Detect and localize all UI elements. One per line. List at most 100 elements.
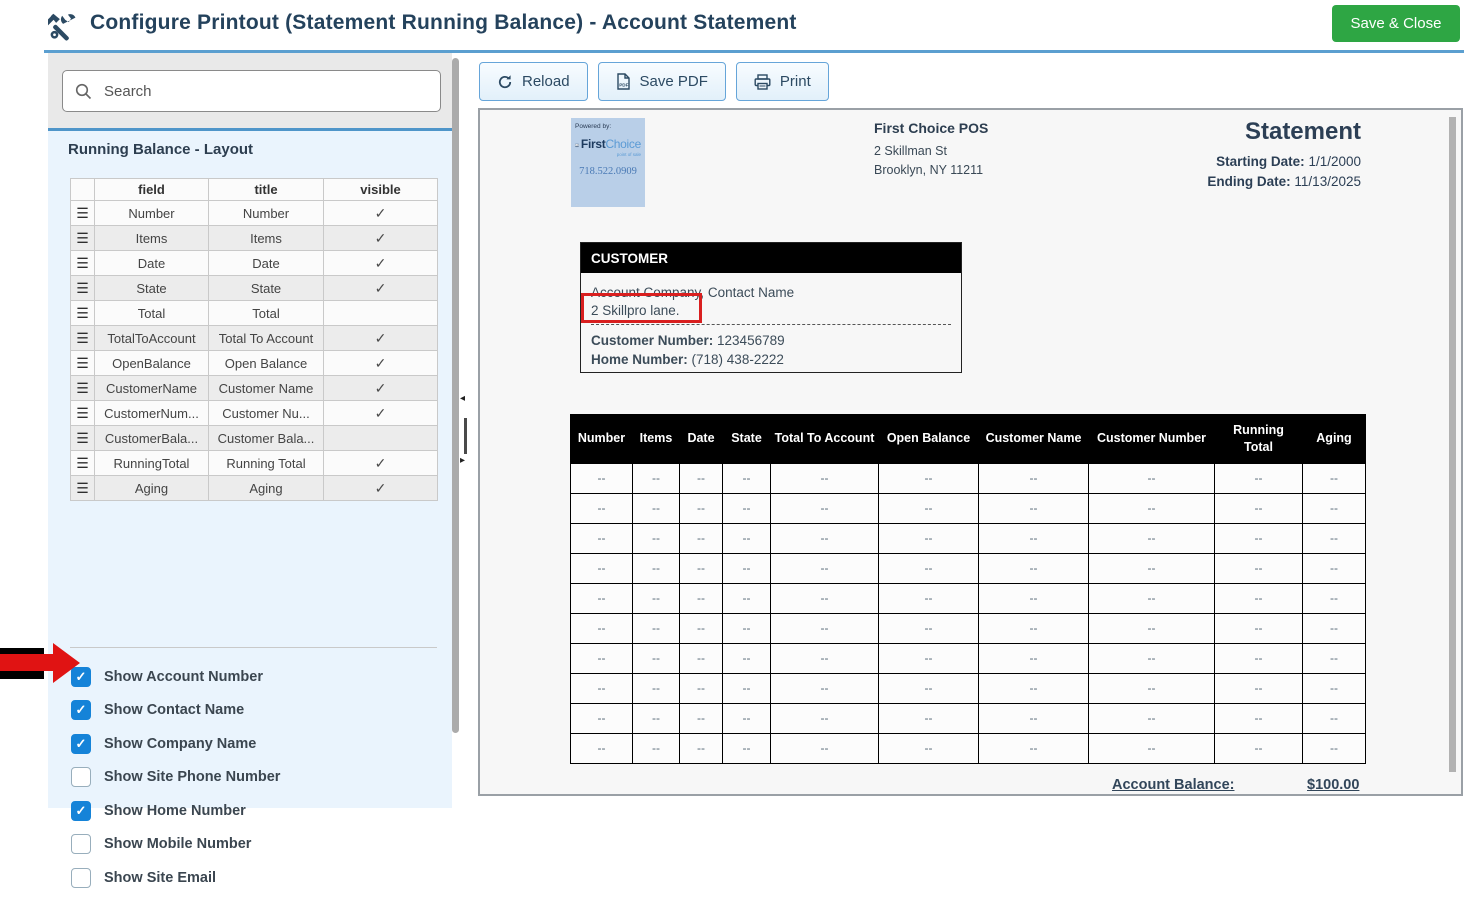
checkbox-label: Show Site Email: [104, 870, 216, 886]
visible-cell[interactable]: ✓: [324, 451, 438, 476]
layout-table-row: ☰OpenBalanceOpen Balance✓: [71, 351, 438, 376]
visible-cell[interactable]: ✓: [324, 476, 438, 501]
ending-date-label: Ending Date:: [1207, 174, 1290, 189]
visible-cell[interactable]: ✓: [324, 326, 438, 351]
drag-handle-icon[interactable]: ☰: [71, 376, 95, 401]
drag-handle-icon[interactable]: ☰: [71, 251, 95, 276]
checkbox[interactable]: ✓: [71, 801, 91, 821]
stmt-cell: --: [979, 643, 1089, 673]
field-cell: TotalToAccount: [95, 326, 209, 351]
drag-handle-icon[interactable]: ☰: [71, 401, 95, 426]
visible-cell[interactable]: [324, 426, 438, 451]
stmt-cell: --: [633, 463, 680, 493]
stmt-cell: --: [1089, 643, 1215, 673]
field-cell: Date: [95, 251, 209, 276]
drag-handle-icon[interactable]: ☰: [71, 476, 95, 501]
stmt-cell: --: [1089, 493, 1215, 523]
drag-handle-icon[interactable]: ☰: [71, 201, 95, 226]
splitter-collapse-left-icon[interactable]: ◂: [460, 394, 465, 404]
stmt-cell: --: [680, 553, 723, 583]
save-close-button[interactable]: Save & Close: [1332, 5, 1460, 42]
checkbox[interactable]: [71, 834, 91, 854]
reload-label: Reload: [522, 73, 570, 90]
preview-scrollbar[interactable]: [1449, 117, 1456, 772]
stmt-cell: --: [1215, 553, 1303, 583]
stmt-cell: --: [1303, 583, 1366, 613]
visible-cell[interactable]: ✓: [324, 401, 438, 426]
visible-cell[interactable]: ✓: [324, 276, 438, 301]
drag-handle-icon[interactable]: ☰: [71, 451, 95, 476]
checkbox[interactable]: ✓: [71, 734, 91, 754]
stmt-cell: --: [633, 493, 680, 523]
stmt-cell: --: [680, 733, 723, 763]
stmt-cell: --: [1089, 553, 1215, 583]
stmt-cell: --: [723, 553, 771, 583]
stmt-col-header: Open Balance: [879, 415, 979, 464]
drag-handle-icon[interactable]: ☰: [71, 301, 95, 326]
statement-title: Statement: [1081, 118, 1361, 146]
stmt-cell: --: [571, 583, 633, 613]
save-pdf-label: Save PDF: [640, 73, 708, 90]
stmt-cell: --: [1303, 643, 1366, 673]
drag-handle-icon[interactable]: ☰: [71, 226, 95, 251]
checkbox[interactable]: ✓: [71, 700, 91, 720]
drag-handle-icon[interactable]: ☰: [71, 426, 95, 451]
print-button[interactable]: Print: [736, 62, 829, 101]
stmt-cell: --: [1089, 463, 1215, 493]
visible-cell[interactable]: ✓: [324, 251, 438, 276]
account-company-text: Account Company,: [591, 285, 704, 300]
section-title: Running Balance - Layout: [68, 141, 253, 158]
stmt-row: --------------------: [571, 703, 1366, 733]
visible-cell[interactable]: [324, 301, 438, 326]
stmt-cell: --: [1089, 523, 1215, 553]
home-number-value: (718) 438-2222: [692, 352, 784, 367]
visible-cell[interactable]: ✓: [324, 351, 438, 376]
stmt-cell: --: [879, 463, 979, 493]
title-cell: Total To Account: [209, 326, 324, 351]
stmt-col-header: Items: [633, 415, 680, 464]
visible-cell[interactable]: ✓: [324, 376, 438, 401]
starting-date-label: Starting Date:: [1216, 154, 1305, 169]
title-cell: Date: [209, 251, 324, 276]
stmt-cell: --: [680, 583, 723, 613]
account-balance-label: Account Balance:: [1112, 777, 1234, 793]
save-pdf-button[interactable]: PDF Save PDF: [598, 62, 726, 101]
company-address2: Brooklyn, NY 11211: [874, 161, 988, 180]
stmt-cell: --: [680, 463, 723, 493]
search-input[interactable]: [102, 82, 428, 101]
layout-table-row: ☰CustomerBala...Customer Bala...: [71, 426, 438, 451]
search-box[interactable]: [62, 70, 441, 112]
stmt-cell: --: [633, 613, 680, 643]
home-number-line: Home Number: (718) 438-2222: [591, 350, 951, 369]
drag-handle-icon[interactable]: ☰: [71, 326, 95, 351]
reload-button[interactable]: Reload: [479, 62, 588, 101]
drag-handle-column-header: [71, 179, 95, 201]
stmt-cell: --: [771, 463, 879, 493]
stmt-cell: --: [1089, 613, 1215, 643]
drag-handle-icon[interactable]: ☰: [71, 276, 95, 301]
home-number-label: Home Number:: [591, 352, 688, 367]
layout-table-row: ☰CustomerNum...Customer Nu...✓: [71, 401, 438, 426]
customer-box: CUSTOMER Account Company, Contact Name 2…: [580, 242, 962, 373]
drag-handle-icon[interactable]: ☰: [71, 351, 95, 376]
visible-cell[interactable]: ✓: [324, 201, 438, 226]
checkbox[interactable]: [71, 868, 91, 888]
print-label: Print: [780, 73, 811, 90]
splitter-expand-right-icon[interactable]: ▸: [460, 456, 465, 466]
stmt-cell: --: [571, 733, 633, 763]
stmt-cell: --: [723, 583, 771, 613]
visible-cell[interactable]: ✓: [324, 226, 438, 251]
title-cell: Customer Nu...: [209, 401, 324, 426]
stmt-cell: --: [879, 673, 979, 703]
stmt-cell: --: [723, 643, 771, 673]
app-header: Configure Printout (Statement Running Ba…: [0, 0, 1468, 50]
stmt-cell: --: [680, 703, 723, 733]
layout-section: Running Balance - Layout field title vis…: [48, 128, 452, 808]
stmt-cell: --: [771, 733, 879, 763]
splitter-handle[interactable]: [464, 418, 467, 454]
checkbox-row: Show Mobile Number: [71, 834, 431, 855]
checkbox[interactable]: [71, 767, 91, 787]
stmt-cell: --: [680, 523, 723, 553]
left-panel-scrollbar[interactable]: [452, 58, 459, 733]
stmt-row: --------------------: [571, 673, 1366, 703]
